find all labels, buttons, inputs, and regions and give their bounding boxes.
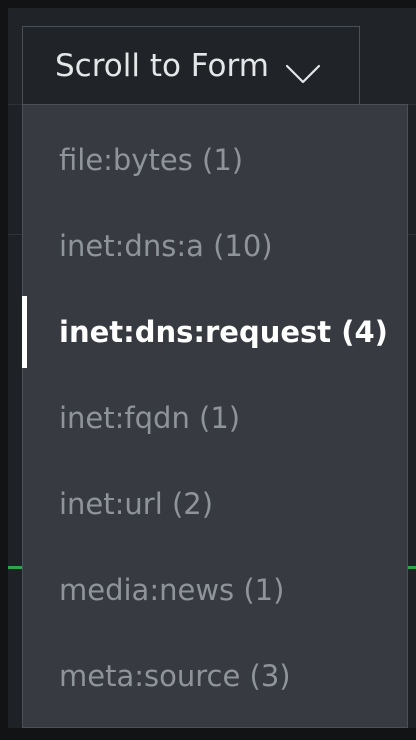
menu-item-meta-source[interactable]: meta:source (3) — [23, 633, 407, 719]
menu-item-inet-url[interactable]: inet:url (2) — [23, 461, 407, 547]
menu-item-label: file:bytes (1) — [59, 143, 244, 177]
menu-item-label: meta:source (3) — [59, 659, 291, 693]
chevron-down-icon — [285, 56, 321, 83]
menu-item-label: inet:fqdn (1) — [59, 401, 241, 435]
menu-item-inet-dns-a[interactable]: inet:dns:a (10) — [23, 203, 407, 289]
menu-item-inet-dns-request[interactable]: inet:dns:request (4) — [22, 289, 407, 375]
menu-item-label: inet:dns:a (10) — [59, 229, 273, 263]
background-left-strip — [0, 0, 8, 740]
scroll-to-form-menu: file:bytes (1) inet:dns:a (10) inet:dns:… — [22, 104, 408, 728]
scroll-to-form-label: Scroll to Form — [55, 47, 269, 84]
app-canvas: Scroll to Form file:bytes (1) inet:dns:a… — [0, 0, 416, 740]
menu-item-label: inet:dns:request (4) — [59, 315, 388, 349]
active-indicator — [22, 296, 27, 368]
menu-item-label: media:news (1) — [59, 573, 285, 607]
menu-item-file-bytes[interactable]: file:bytes (1) — [23, 117, 407, 203]
background-top-bar — [8, 0, 416, 8]
scroll-to-form-button[interactable]: Scroll to Form — [22, 26, 360, 104]
menu-item-inet-fqdn[interactable]: inet:fqdn (1) — [23, 375, 407, 461]
menu-item-media-news[interactable]: media:news (1) — [23, 547, 407, 633]
background-bottom-bar — [0, 728, 416, 740]
menu-item-label: inet:url (2) — [59, 487, 214, 521]
